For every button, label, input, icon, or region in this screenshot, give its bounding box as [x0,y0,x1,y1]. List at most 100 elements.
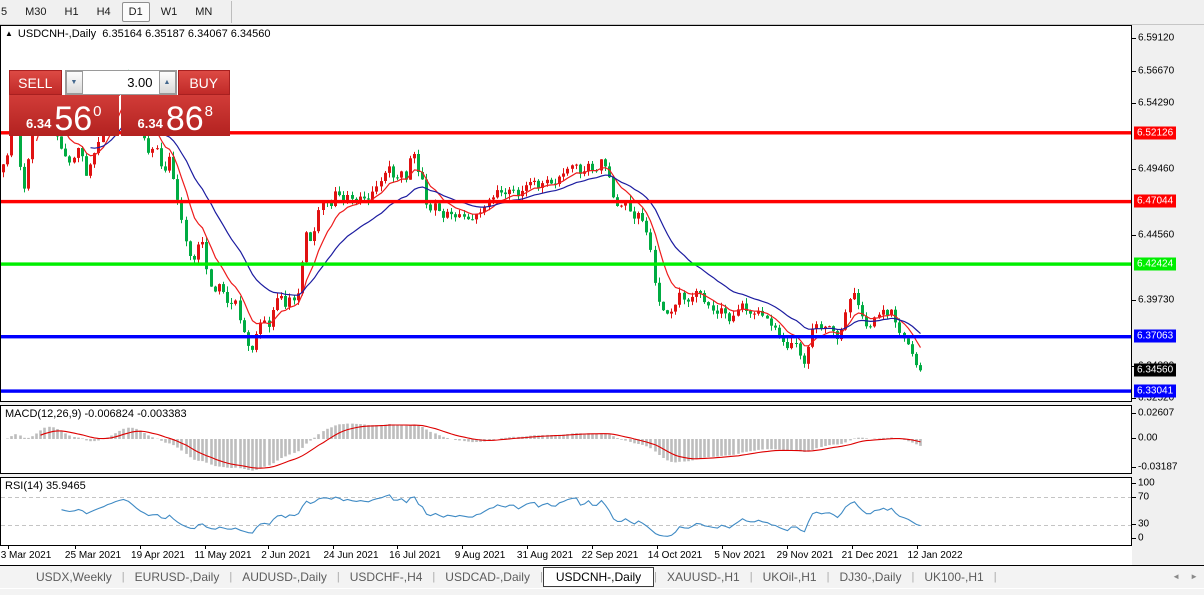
timeframe-buttons: 5 M30 H1 H4 D1 W1 MN [0,2,221,22]
symbol-tab-bar: USDX,Weekly | EURUSD-,Daily | AUDUSD-,Daily |… [0,565,1204,588]
status-strip [0,588,1204,595]
sell-price-main: 56 [54,100,93,138]
macd-axis-label: 0.02607 [1138,407,1175,419]
axis-tick [1132,438,1136,439]
collapse-arrow-icon[interactable]: ▲ [5,29,13,38]
date-label: 2 Jun 2021 [261,550,311,561]
tab-scroll-right-icon[interactable]: ► [1190,572,1198,581]
date-label: 24 Jun 2021 [323,550,379,561]
price-axis[interactable]: 6.59120 6.56670 6.54290 6.49460 6.44560 6.397… [1132,25,1204,565]
date-tick [75,546,76,549]
symbol-tab-dj30-daily[interactable]: DJ30-,Daily [829,568,911,586]
level-price-label: 6.52126 [1134,126,1177,140]
date-label: 14 Oct 2021 [647,550,703,561]
rsi-panel: RSI(14) 35.9465 [0,477,1132,546]
timeframe-button-h1[interactable]: H1 [58,2,86,22]
sell-price-display[interactable]: 6.34 56 0 [9,95,119,136]
volume-decrease-button[interactable]: ▼ [65,71,83,94]
level-price-label: 6.42424 [1134,257,1177,271]
price-tick-label: 6.59120 [1138,32,1175,44]
macd-axis-label: 0.00 [1138,432,1158,444]
rsi-axis-label: 100 [1138,477,1155,489]
timeframe-toolbar: 5 M30 H1 H4 D1 W1 MN [0,0,1204,25]
buy-button[interactable]: BUY [177,70,230,95]
symbol-tab-uk100-h1[interactable]: UK100-,H1 [914,568,993,586]
date-tick [333,546,334,549]
symbol-tab-usdcad-daily[interactable]: USDCAD-,Daily [435,568,540,586]
tab-scroll-controls: ◄ ► [1172,572,1198,581]
symbol-tabs: USDX,Weekly | EURUSD-,Daily | AUDUSD-,Daily |… [26,567,997,587]
timeframe-button-w1[interactable]: W1 [154,2,185,22]
chart-header: ▲ USDCNH-,Daily 6.35164 6.35187 6.34067 6… [5,28,271,40]
level-price-label: 6.37063 [1134,329,1177,343]
timeframe-button-h4[interactable]: H4 [90,2,118,22]
level-price-label: 6.47044 [1134,194,1177,208]
buy-price-base: 6.34 [137,116,163,131]
axis-tick [1132,413,1136,414]
rsi-header: RSI(14) 35.9465 [5,480,86,492]
axis-tick [1132,397,1136,399]
one-click-trade-widget: SELL ▼ 3.00 ▲ BUY 6.34 56 0 6.34 86 8 [9,70,230,136]
price-tick-label: 6.44560 [1138,229,1175,241]
toolbar-separator [231,1,233,23]
date-axis[interactable]: 3 Mar 2021 25 Mar 2021 19 Apr 2021 11 May 2… [0,546,1132,565]
axis-tick [1132,71,1136,73]
date-label: 5 Nov 2021 [714,550,766,561]
axis-tick [1132,538,1136,539]
macd-axis-label: -0.03187 [1138,461,1178,473]
date-label: 21 Dec 2021 [841,550,899,561]
date-tick [8,546,9,549]
tab-scroll-left-icon[interactable]: ◄ [1172,572,1180,581]
timeframe-button-d1[interactable]: D1 [121,2,150,22]
date-tick [205,546,206,549]
date-label: 16 Jul 2021 [389,550,441,561]
volume-increase-button[interactable]: ▲ [158,71,176,94]
macd-title: MACD(12,26,9) [5,408,82,420]
symbol-tab-usdx-weekly[interactable]: USDX,Weekly [26,568,122,586]
rsi-chart [1,494,1131,537]
sell-price-pip: 0 [93,103,102,120]
timeframe-button-5[interactable]: 5 [0,2,14,22]
price-tick-label: 6.49460 [1138,163,1175,175]
symbol-tab-audusd-daily[interactable]: AUDUSD-,Daily [232,568,337,586]
date-tick [527,546,528,549]
macd-header: MACD(12,26,9) -0.006824 -0.003383 [5,408,187,420]
axis-tick [1132,497,1136,498]
buy-price-display[interactable]: 6.34 86 8 [120,95,230,138]
symbol-tab-usdcnh-daily[interactable]: USDCNH-,Daily [542,567,655,587]
macd-panel: MACD(12,26,9) -0.006824 -0.003383 [0,405,1132,474]
date-label: 3 Mar 2021 [0,550,52,561]
timeframe-button-mn[interactable]: MN [188,2,219,22]
date-tick [397,546,398,549]
date-label: 11 May 2021 [194,550,252,561]
price-tick-label: 6.54290 [1138,97,1175,109]
rsi-axis-label: 0 [1138,532,1144,544]
symbol-tab-eurusd-daily[interactable]: EURUSD-,Daily [125,568,230,586]
date-tick [462,546,463,549]
date-tick [657,546,658,549]
sell-button[interactable]: SELL [9,70,62,95]
axis-tick [1132,467,1136,468]
chart-ohlc-values: 6.35164 6.35187 6.34067 6.34560 [102,28,271,40]
date-label: 19 Apr 2021 [131,550,185,561]
axis-tick [1132,235,1136,237]
rsi-value: 35.9465 [45,480,86,492]
axis-tick [1132,38,1136,39]
rsi-axis-label: 30 [1138,518,1150,530]
date-label: 12 Jan 2022 [907,550,963,561]
symbol-tab-xauusd-h1[interactable]: XAUUSD-,H1 [657,568,750,586]
timeframe-button-m30[interactable]: M30 [18,2,53,22]
date-label: 25 Mar 2021 [64,550,122,561]
symbol-tab-usdchf-h4[interactable]: USDCHF-,H4 [340,568,433,586]
symbol-tab-ukoil-h1[interactable]: UKOil-,H1 [753,568,827,586]
date-tick [852,546,853,549]
date-label: 31 Aug 2021 [516,550,574,561]
buy-price-main: 86 [165,100,204,138]
macd-values: -0.006824 -0.003383 [84,408,187,420]
date-label: 29 Nov 2021 [776,550,834,561]
date-tick [592,546,593,549]
main-chart-panel[interactable]: ▲ USDCNH-,Daily 6.35164 6.35187 6.34067 6… [0,25,1132,402]
date-tick [917,546,918,549]
price-tick-label: 6.56670 [1138,65,1175,77]
volume-field[interactable]: 3.00 [82,71,159,94]
